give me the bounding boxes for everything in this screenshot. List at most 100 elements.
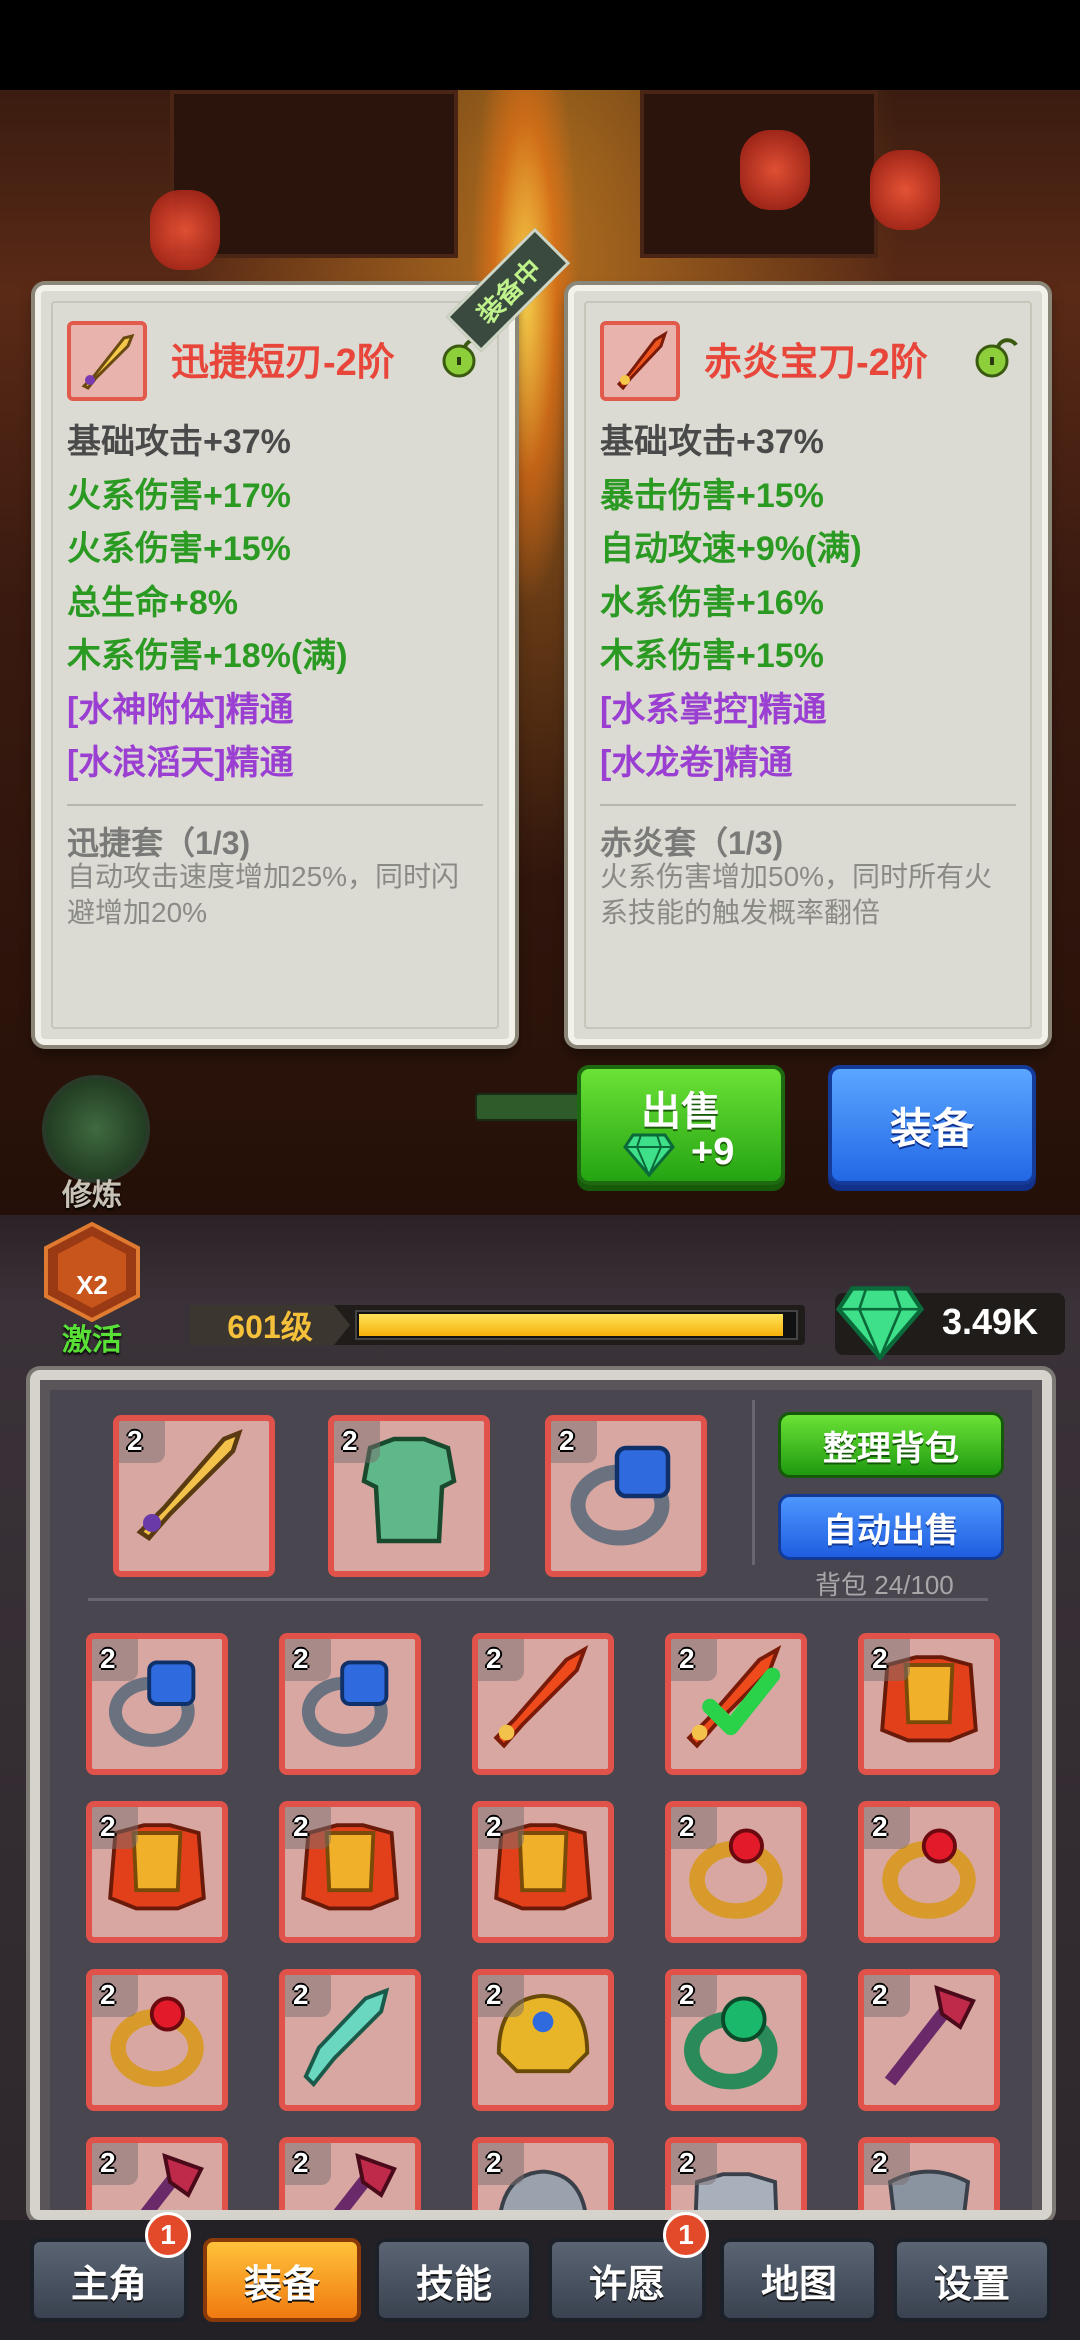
- tier-label: 2: [486, 1979, 502, 2010]
- cultivate-label[interactable]: 修炼: [62, 1170, 122, 1214]
- tier-label: 2: [872, 2147, 888, 2178]
- inventory-slot[interactable]: 2: [113, 1415, 275, 1577]
- tier-label: 2: [679, 1811, 695, 1842]
- inventory-slot[interactable]: 2: [86, 2137, 228, 2210]
- inventory-slot[interactable]: 2: [858, 2137, 1000, 2210]
- inventory-slot[interactable]: 2: [665, 2137, 807, 2210]
- inventory-slot[interactable]: 2: [279, 1969, 421, 2111]
- tab-2[interactable]: 技能: [375, 2238, 533, 2322]
- stat-line: 基础攻击+37%: [67, 423, 291, 461]
- notification-badge: 1: [663, 2212, 709, 2258]
- inventory-slot[interactable]: 2: [858, 1633, 1000, 1775]
- auto-sell-button[interactable]: 自动出售: [778, 1494, 1004, 1560]
- item-title: 迅捷短刃-2阶: [171, 342, 395, 384]
- tier-label: 2: [342, 1425, 358, 1456]
- stat-line: 基础攻击+37%: [600, 423, 824, 461]
- activate-x2-icon[interactable]: X2: [40, 1222, 144, 1322]
- checkmark-icon: [702, 1667, 781, 1736]
- stat-line: 木系伤害+18%(满): [67, 637, 348, 675]
- lantern-decoration: [870, 150, 940, 230]
- tab-1[interactable]: 装备: [203, 2238, 361, 2322]
- tier-label: 2: [872, 1811, 888, 1842]
- flame-sword-icon: [600, 321, 680, 401]
- gem-icon: [623, 1133, 675, 1177]
- divider: [752, 1400, 755, 1565]
- bag-capacity: 背包 24/100: [815, 1570, 954, 1600]
- set-title: 迅捷套（1/3): [67, 825, 251, 861]
- tab-5[interactable]: 设置: [893, 2238, 1051, 2322]
- lantern-decoration: [740, 130, 810, 210]
- sell-amount: +9: [691, 1131, 735, 1173]
- tier-label: 2: [100, 1979, 116, 2010]
- tier-label: 2: [679, 1979, 695, 2010]
- divider: [600, 804, 1016, 806]
- tier-label: 2: [293, 1643, 309, 1674]
- inventory-slot[interactable]: 2: [472, 1801, 614, 1943]
- tier-label: 2: [486, 2147, 502, 2178]
- tier-label: 2: [100, 2147, 116, 2178]
- inventory-slot[interactable]: 2: [279, 2137, 421, 2210]
- inventory-slot[interactable]: 2: [472, 1633, 614, 1775]
- inventory-slot[interactable]: 2: [472, 2137, 614, 2210]
- tier-label: 2: [559, 1425, 575, 1456]
- tier-label: 2: [293, 2147, 309, 2178]
- tier-label: 2: [872, 1643, 888, 1674]
- inventory-slot[interactable]: 2: [665, 1969, 807, 2111]
- compare-item-card: 赤炎宝刀-2阶 基础攻击+37% 暴击伤害+15% 自动攻速+9%(满) 水系伤害+1…: [568, 285, 1048, 1045]
- current-item-card: 迅捷短刃-2阶 基础攻击+37% 火系伤害+17% 火系伤害+15% 总生命+8% 木系…: [35, 285, 515, 1045]
- stat-line: 暴击伤害+15%: [600, 476, 824, 515]
- inventory-slot[interactable]: 2: [86, 1633, 228, 1775]
- set-title: 赤炎套（1/3): [600, 825, 784, 861]
- notification-badge: 1: [145, 2212, 191, 2258]
- gem-count: 3.49K: [942, 1301, 1039, 1342]
- divider: [67, 804, 483, 806]
- inventory-slot[interactable]: 2: [665, 1801, 807, 1943]
- inventory-slot[interactable]: 2: [858, 1801, 1000, 1943]
- cultivate-icon[interactable]: [42, 1075, 150, 1183]
- set-description: 火系伤害增加50%，同时所有火系技能的触发概率翻倍: [600, 861, 993, 928]
- inventory-slot[interactable]: 2: [86, 1801, 228, 1943]
- tier-label: 2: [486, 1643, 502, 1674]
- inventory-slot[interactable]: 2: [545, 1415, 707, 1577]
- equip-button[interactable]: 装备: [828, 1065, 1036, 1185]
- enemy-hp-bar: [475, 1093, 589, 1121]
- inventory-slot[interactable]: 2: [472, 1969, 614, 2111]
- gem-icon: [835, 1286, 925, 1361]
- stat-line: 总生命+8%: [67, 583, 238, 622]
- activate-label[interactable]: 激活: [62, 1315, 122, 1359]
- tier-label: 2: [100, 1643, 116, 1674]
- tier-label: 2: [486, 1811, 502, 1842]
- stat-line: 火系伤害+17%: [67, 476, 291, 515]
- stat-line: 木系伤害+15%: [600, 637, 824, 675]
- stat-list: 基础攻击+37% 暴击伤害+15% 自动攻速+9%(满) 水系伤害+16% 木系伤害+1…: [600, 416, 1020, 791]
- status-bar: [0, 0, 1080, 90]
- tier-label: 2: [127, 1425, 143, 1456]
- stat-line: 火系伤害+15%: [67, 530, 291, 568]
- tier-label: 2: [100, 1811, 116, 1842]
- activate-multiplier: X2: [76, 1270, 108, 1300]
- stat-line: [水系掌控]精通: [600, 690, 827, 729]
- set-description: 自动攻击速度增加25%，同时闪避增加20%: [67, 861, 460, 928]
- stat-list: 基础攻击+37% 火系伤害+17% 火系伤害+15% 总生命+8% 木系伤害+18%(满…: [67, 416, 487, 791]
- inventory-slot[interactable]: 2: [665, 1633, 807, 1775]
- golden-dagger-icon: [67, 321, 147, 401]
- sort-bag-button[interactable]: 整理背包: [778, 1412, 1004, 1478]
- stat-line: [水浪滔天]精通: [67, 744, 294, 782]
- lantern-decoration: [150, 190, 220, 270]
- level-label: 601级: [190, 1305, 350, 1345]
- sell-label: 出售: [641, 1090, 721, 1134]
- tier-label: 2: [872, 1979, 888, 2010]
- inventory-slot[interactable]: 2: [279, 1633, 421, 1775]
- xp-bar-fill: [359, 1314, 783, 1336]
- sell-button[interactable]: 出售 +9: [577, 1065, 785, 1185]
- tier-label: 2: [679, 2147, 695, 2178]
- inventory-slot[interactable]: 2: [86, 1969, 228, 2111]
- unlock-icon[interactable]: [972, 331, 1020, 379]
- inventory-slot[interactable]: 2: [858, 1969, 1000, 2111]
- tier-label: 2: [293, 1811, 309, 1842]
- tier-label: 2: [293, 1979, 309, 2010]
- stat-line: 自动攻速+9%(满): [600, 530, 862, 568]
- inventory-slot[interactable]: 2: [328, 1415, 490, 1577]
- inventory-slot[interactable]: 2: [279, 1801, 421, 1943]
- tab-4[interactable]: 地图: [720, 2238, 878, 2322]
